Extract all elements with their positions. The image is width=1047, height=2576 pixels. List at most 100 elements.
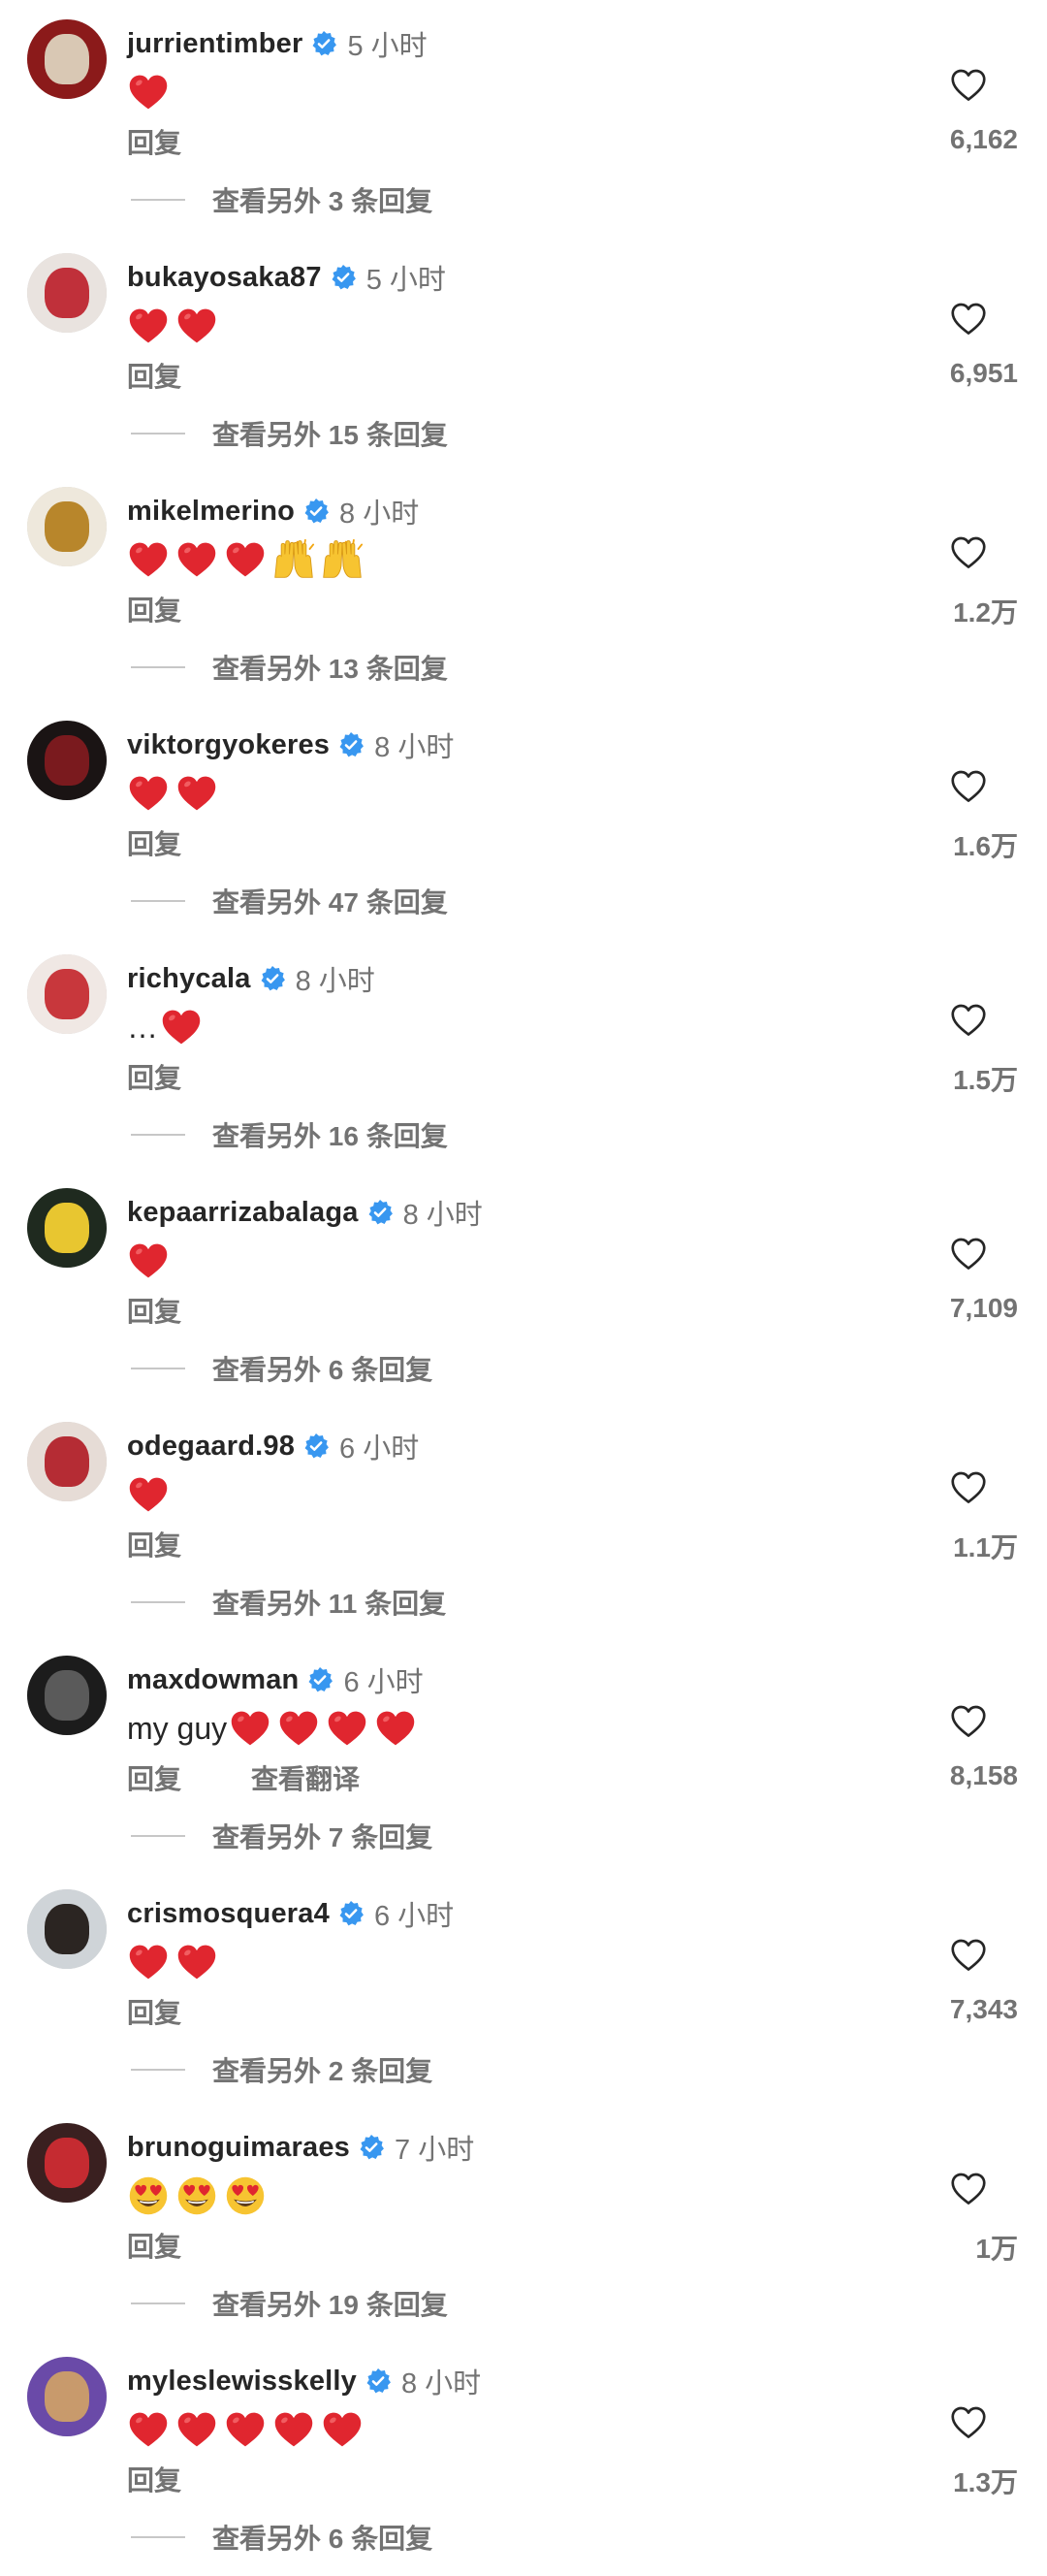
view-replies-button[interactable]: 查看另外 16 条回复 (131, 1116, 448, 1153)
avatar[interactable] (27, 1422, 107, 1501)
username[interactable]: bukayosaka87 (127, 262, 322, 294)
view-replies-button[interactable]: 查看另外 19 条回复 (131, 2285, 448, 2322)
comment-timestamp: 5 小时 (347, 31, 428, 62)
comment-actions: 回复 (127, 124, 181, 159)
reply-button[interactable]: 回复 (127, 2226, 181, 2265)
comment-timestamp: 5 小时 (365, 265, 446, 296)
comment-actions: 回复 查看翻译 (127, 1760, 360, 1795)
comment-emojis (127, 538, 369, 581)
view-replies-button[interactable]: 查看另外 3 条回复 (131, 181, 432, 218)
avatar[interactable] (27, 253, 107, 333)
view-replies-button[interactable]: 查看另外 6 条回复 (131, 2519, 432, 2556)
red-heart-icon (177, 308, 216, 343)
username[interactable]: mikelmerino (127, 496, 295, 528)
smiling-face-heart-eyes-icon (129, 2176, 168, 2215)
view-replies-button[interactable]: 查看另外 47 条回复 (131, 883, 448, 919)
username[interactable]: jurrientimber (127, 28, 302, 60)
comment-timestamp: 8 小时 (374, 732, 455, 763)
avatar[interactable] (27, 487, 107, 566)
reply-button[interactable]: 回复 (127, 122, 181, 161)
like-section: 8,158 (917, 1702, 1041, 1799)
avatar[interactable] (27, 1656, 107, 1735)
verified-badge-icon (339, 732, 365, 757)
view-replies-button[interactable]: 查看另外 11 条回复 (131, 1584, 446, 1621)
heart-outline-icon[interactable] (949, 300, 988, 338)
view-replies-button[interactable]: 查看另外 13 条回复 (131, 649, 448, 686)
comment-header: richycala 8 小时 (127, 957, 375, 1000)
comment-item-crismosquera4: crismosquera4 6 小时 回复 查看另外 2 条回复 7,343 (0, 1870, 1047, 2104)
see-translation-button[interactable]: 查看翻译 (251, 1758, 360, 1797)
avatar[interactable] (27, 19, 107, 99)
comment-text (127, 533, 369, 586)
comment-text: … (127, 1001, 208, 1053)
avatar[interactable] (27, 954, 107, 1034)
comment-header: odegaard.98 6 小时 (127, 1425, 419, 1467)
red-heart-icon (177, 776, 216, 811)
view-replies-label: 查看另外 15 条回复 (212, 420, 448, 450)
view-replies-button[interactable]: 查看另外 6 条回复 (131, 1350, 432, 1387)
username[interactable]: kepaarrizabalaga (127, 1197, 359, 1229)
avatar[interactable] (27, 1889, 107, 1969)
avatar[interactable] (27, 2357, 107, 2436)
view-replies-button[interactable]: 查看另外 2 条回复 (131, 2051, 432, 2088)
reply-button[interactable]: 回复 (127, 1525, 181, 1563)
heart-outline-icon[interactable] (949, 66, 988, 105)
comment-header: jurrientimber 5 小时 (127, 22, 428, 65)
comment-header: mikelmerino 8 小时 (127, 490, 419, 532)
like-section: 6,162 (917, 66, 1041, 163)
username[interactable]: crismosquera4 (127, 1898, 330, 1930)
username[interactable]: myleslewisskelly (127, 2366, 357, 2398)
like-count: 1.5万 (953, 1065, 1018, 1095)
verified-badge-icon (360, 2135, 384, 2160)
heart-outline-icon[interactable] (949, 1936, 988, 1975)
red-heart-icon (231, 1711, 270, 1746)
reply-button[interactable]: 回复 (127, 1992, 181, 2031)
like-section: 1.1万 (917, 1468, 1041, 1565)
avatar[interactable] (27, 2123, 107, 2203)
red-heart-icon (129, 308, 168, 343)
heart-outline-icon[interactable] (949, 2403, 988, 2442)
reply-button[interactable]: 回复 (127, 1758, 181, 1797)
view-replies-button[interactable]: 查看另外 15 条回复 (131, 415, 448, 452)
like-section: 7,343 (917, 1936, 1041, 2033)
comment-text-content: … (127, 1009, 158, 1045)
red-heart-icon (274, 2412, 313, 2447)
replies-divider-line (131, 433, 185, 435)
replies-divider-line (131, 2069, 185, 2071)
heart-outline-icon[interactable] (949, 1468, 988, 1507)
like-section: 6,951 (917, 300, 1041, 397)
red-heart-icon (328, 1711, 366, 1746)
heart-outline-icon[interactable] (949, 1702, 988, 1741)
reply-button[interactable]: 回复 (127, 356, 181, 395)
comment-item-jurrientimber: jurrientimber 5 小时 回复 查看另外 3 条回复 6,162 (0, 0, 1047, 234)
comment-item-brunoguimaraes: brunoguimaraes 7 小时 回复 查看另外 19 条回复 1万 (0, 2104, 1047, 2337)
heart-outline-icon[interactable] (949, 767, 988, 806)
red-heart-icon (177, 2412, 216, 2447)
username[interactable]: richycala (127, 963, 251, 995)
reply-button[interactable]: 回复 (127, 1057, 181, 1096)
comments-list: jurrientimber 5 小时 回复 查看另外 3 条回复 6,162 b… (0, 0, 1047, 2571)
red-heart-icon (162, 1010, 201, 1045)
heart-outline-icon[interactable] (949, 1235, 988, 1273)
red-heart-icon (226, 542, 265, 577)
comment-header: brunoguimaraes 7 小时 (127, 2126, 474, 2169)
view-replies-label: 查看另外 7 条回复 (212, 1822, 433, 1852)
comment-item-richycala: richycala 8 小时 … 回复 查看另外 16 条回复 1.5万 (0, 935, 1047, 1169)
username[interactable]: viktorgyokeres (127, 729, 330, 761)
avatar[interactable] (27, 1188, 107, 1268)
heart-outline-icon[interactable] (949, 533, 988, 572)
reply-button[interactable]: 回复 (127, 823, 181, 862)
reply-button[interactable]: 回复 (127, 2460, 181, 2498)
heart-outline-icon[interactable] (949, 2170, 988, 2208)
avatar[interactable] (27, 721, 107, 800)
reply-button[interactable]: 回复 (127, 590, 181, 628)
comment-header: viktorgyokeres 8 小时 (127, 724, 454, 766)
reply-button[interactable]: 回复 (127, 1291, 181, 1330)
heart-outline-icon[interactable] (949, 1001, 988, 1040)
username[interactable]: maxdowman (127, 1664, 299, 1696)
comment-emojis (127, 2174, 272, 2217)
username[interactable]: odegaard.98 (127, 1431, 295, 1463)
like-count: 1.3万 (953, 2467, 1018, 2497)
view-replies-button[interactable]: 查看另外 7 条回复 (131, 1818, 432, 1854)
username[interactable]: brunoguimaraes (127, 2132, 350, 2164)
